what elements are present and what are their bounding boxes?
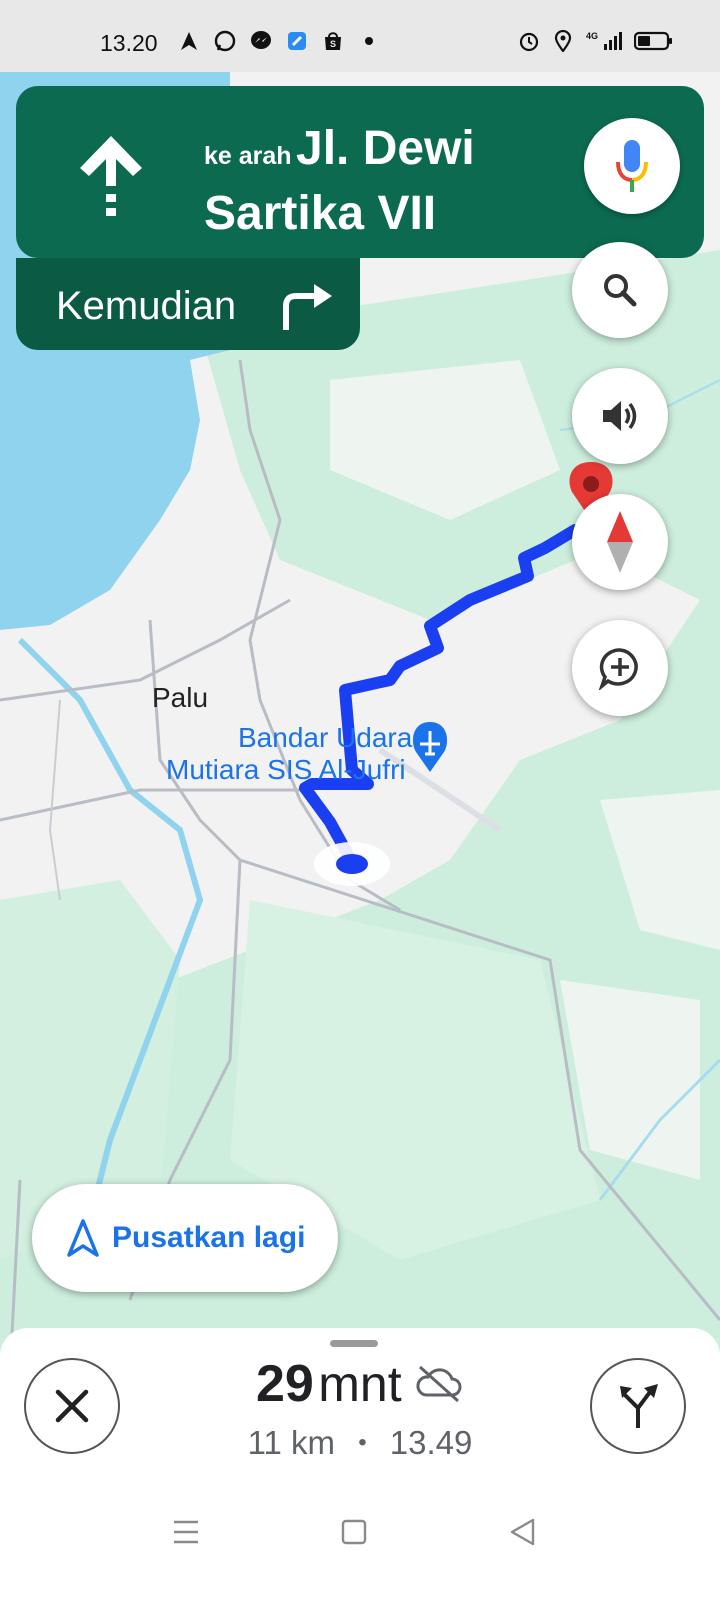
app-icon (286, 30, 308, 52)
sound-button[interactable] (572, 368, 668, 464)
microphone-icon (616, 140, 648, 192)
search-button[interactable] (572, 242, 668, 338)
cloud-off-icon (416, 1365, 462, 1403)
trip-duration-value: 29 (255, 1355, 314, 1413)
signal-icon: 4G (586, 30, 622, 52)
recenter-button[interactable]: Pusatkan lagi (32, 1184, 338, 1292)
status-system-icons: 4G (518, 30, 674, 52)
status-bar: 13.20 S 4G (0, 0, 720, 72)
route-fork-icon (620, 1384, 658, 1428)
status-time: 13.20 (100, 30, 158, 56)
add-report-button[interactable] (572, 620, 668, 716)
sheet-drag-handle[interactable] (330, 1340, 378, 1347)
compass-button[interactable] (572, 494, 668, 590)
shopee-icon: S (322, 30, 344, 52)
navigation-instruction-text: ke arah Jl. Dewi Sartika VII (204, 122, 584, 252)
next-maneuver-card[interactable]: Kemudian (16, 258, 360, 350)
alternate-routes-button[interactable] (590, 1358, 686, 1454)
dot-icon (358, 30, 380, 52)
navigation-prefix: ke arah (204, 142, 292, 170)
trip-distance: 11 km (247, 1424, 336, 1461)
map-airport-label-2[interactable]: Mutiara SIS Al-Jufri (166, 754, 406, 786)
volume-icon (603, 401, 637, 431)
menu-icon[interactable] (166, 1512, 206, 1552)
status-notification-icons: S (178, 30, 380, 52)
navigation-icon (178, 30, 200, 52)
trip-arrival-time: 13.49 (389, 1424, 473, 1461)
battery-icon (634, 30, 674, 52)
map-city-label[interactable]: Palu (152, 682, 208, 714)
search-icon (604, 274, 637, 307)
alarm-icon (518, 30, 540, 52)
navigation-street: Jl. Dewi Sartika VII (204, 122, 475, 240)
trip-separator: • (358, 1429, 367, 1456)
add-comment-icon (598, 648, 638, 690)
system-navigation-bar (0, 1490, 720, 1600)
home-icon[interactable] (334, 1512, 374, 1552)
voice-search-button[interactable] (584, 118, 680, 214)
recenter-label: Pusatkan lagi (112, 1221, 306, 1254)
compass-icon (607, 511, 633, 573)
next-maneuver-label: Kemudian (56, 284, 237, 328)
whatsapp-icon (214, 30, 236, 52)
svg-text:S: S (330, 39, 336, 49)
trip-duration-unit: mnt (318, 1356, 402, 1412)
location-icon (552, 30, 574, 52)
back-icon[interactable] (502, 1512, 542, 1552)
messenger-icon (250, 30, 272, 52)
map-airport-label-1[interactable]: Bandar Udara (238, 722, 412, 754)
navigation-arrow-icon (67, 1219, 99, 1257)
straight-arrow-icon (80, 136, 142, 216)
turn-right-icon (283, 284, 332, 330)
svg-text:4G: 4G (586, 31, 598, 41)
